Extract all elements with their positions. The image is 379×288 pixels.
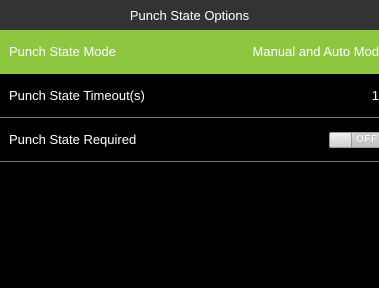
punch-state-mode-item[interactable]: Punch State Mode Manual and Auto Mod: [0, 30, 379, 74]
settings-list: Punch State Mode Manual and Auto Mod Pun…: [0, 30, 379, 162]
punch-state-required-toggle[interactable]: OFF: [329, 132, 379, 148]
punch-state-timeout-item[interactable]: Punch State Timeout(s) 1: [0, 74, 379, 118]
toggle-knob: [330, 133, 352, 147]
toggle-state-text: OFF: [356, 134, 378, 145]
punch-state-required-label: Punch State Required: [9, 132, 137, 147]
punch-state-mode-label: Punch State Mode: [9, 44, 116, 59]
punch-state-mode-value: Manual and Auto Mod: [252, 44, 379, 59]
page-title: Punch State Options: [129, 7, 250, 23]
punch-state-timeout-label: Punch State Timeout(s): [9, 88, 145, 103]
punch-state-timeout-value: 1: [371, 88, 379, 103]
title-bar: Punch State Options: [0, 0, 379, 30]
punch-state-required-item[interactable]: Punch State Required OFF: [0, 118, 379, 162]
settings-screen: Punch State Options Punch State Mode Man…: [0, 0, 379, 288]
